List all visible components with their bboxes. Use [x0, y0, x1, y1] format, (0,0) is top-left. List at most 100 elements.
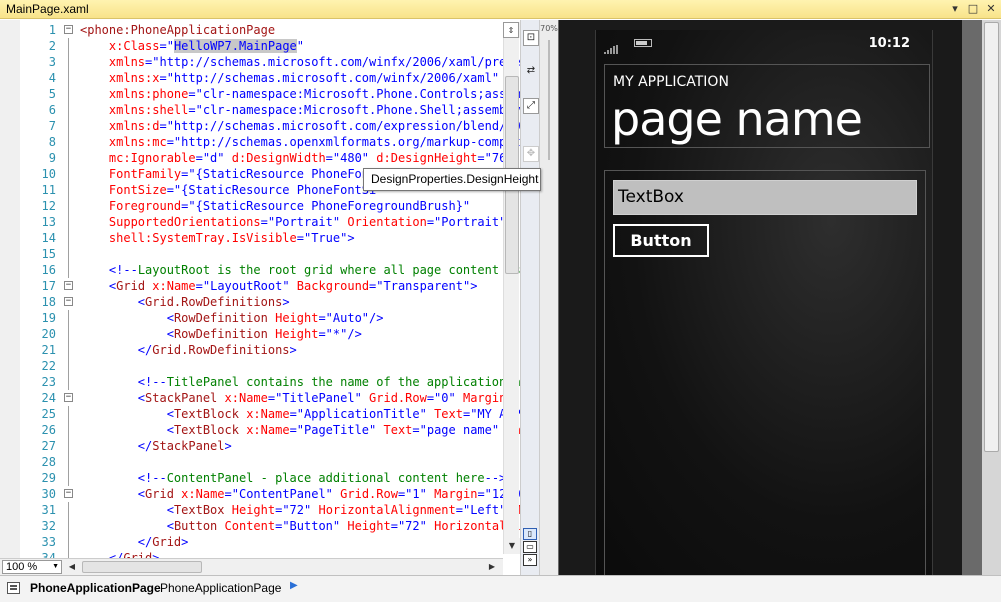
code-text[interactable]: <Button Content="Button" Height="72" Hor… — [80, 518, 520, 534]
designer-scroll-thumb[interactable] — [984, 22, 999, 452]
code-line[interactable]: 12 Foreground="{StaticResource PhoneFore… — [20, 198, 504, 214]
horizontal-split-icon[interactable]: ▭ — [523, 541, 537, 553]
swap-panes-icon[interactable]: ⇄ — [523, 64, 539, 80]
breadcrumb-item-selected[interactable]: PhoneApplicationPage — [30, 581, 161, 595]
code-line[interactable]: 14 shell:SystemTray.IsVisible="True"> — [20, 230, 504, 246]
code-text[interactable]: <!--ContentPanel - place additional cont… — [80, 470, 506, 486]
code-text[interactable]: xmlns:shell="clr-namespace:Microsoft.Pho… — [80, 102, 520, 118]
code-text[interactable]: mc:Ignorable="d" d:DesignWidth="480" d:D… — [80, 150, 520, 166]
editor-horizontal-scroll-thumb[interactable] — [82, 561, 202, 573]
code-text[interactable]: xmlns="http://schemas.microsoft.com/winf… — [80, 54, 520, 70]
code-text[interactable]: <RowDefinition Height="*"/> — [80, 326, 362, 342]
phone-screen[interactable]: 10:12 MY APPLICATION page name TextBox B… — [595, 30, 933, 575]
code-line[interactable]: 29 <!--ContentPanel - place additional c… — [20, 470, 506, 486]
collapse-region-icon[interactable]: − — [64, 489, 73, 498]
view-splitter[interactable]: ⊡ ⇄ ⤢ ✥ — [520, 20, 540, 575]
collapse-region-icon[interactable]: − — [64, 297, 73, 306]
code-text[interactable]: <!--LayoutRoot is the root grid where al… — [80, 262, 520, 278]
code-text[interactable]: </Grid.RowDefinitions> — [80, 342, 297, 358]
zoom-level-select[interactable]: 100 % ▼ — [2, 560, 62, 574]
code-line[interactable]: 20 <RowDefinition Height="*"/> — [20, 326, 504, 342]
code-line[interactable]: 28 — [20, 454, 504, 470]
code-line[interactable]: 6 xmlns:shell="clr-namespace:Microsoft.P… — [20, 102, 520, 118]
code-text[interactable]: FontFamily="{StaticResource PhoneFont — [80, 166, 376, 182]
code-line[interactable]: 15 — [20, 246, 504, 262]
design-surface[interactable]: 70% 10:12 MY APPLICATION page name TextB… — [540, 20, 1001, 575]
phone-textbox[interactable]: TextBox — [613, 180, 917, 215]
split-editor-icon[interactable]: ⇕ — [503, 22, 519, 38]
code-text[interactable]: SupportedOrientations="Portrait" Orienta… — [80, 214, 506, 230]
title-panel[interactable]: MY APPLICATION page name — [604, 64, 930, 148]
code-text[interactable]: </Grid> — [80, 534, 189, 550]
code-text[interactable]: <Grid x:Name="LayoutRoot" Background="Tr… — [80, 278, 478, 294]
document-outline-icon[interactable] — [7, 582, 20, 594]
breadcrumb-item[interactable]: PhoneApplicationPage — [160, 581, 281, 595]
code-line[interactable]: 3 xmlns="http://schemas.microsoft.com/wi… — [20, 54, 520, 70]
code-text[interactable]: x:Class="HelloWP7.MainPage" — [80, 38, 304, 54]
zoom-slider-track[interactable] — [548, 40, 550, 160]
expand-view-icon[interactable]: » — [523, 554, 537, 566]
code-text[interactable]: shell:SystemTray.IsVisible="True"> — [80, 230, 355, 246]
code-line[interactable]: 22 — [20, 358, 504, 374]
code-line[interactable]: 19 <RowDefinition Height="Auto"/> — [20, 310, 504, 326]
code-line[interactable]: 23 <!--TitlePanel contains the name of t… — [20, 374, 520, 390]
vertical-split-icon[interactable]: ▯ — [523, 528, 537, 540]
code-line[interactable]: 9 mc:Ignorable="d" d:DesignWidth="480" d… — [20, 150, 520, 166]
collapse-region-icon[interactable]: − — [64, 281, 73, 290]
editor-horizontal-scrollbar[interactable]: ◀ ▶ — [64, 560, 500, 574]
code-text[interactable]: <StackPanel x:Name="TitlePanel" Grid.Row… — [80, 390, 520, 406]
collapse-region-icon[interactable]: − — [64, 393, 73, 402]
code-line[interactable]: 30− <Grid x:Name="ContentPanel" Grid.Row… — [20, 486, 520, 502]
code-line[interactable]: 27 </StackPanel> — [20, 438, 504, 454]
code-line[interactable]: 16 <!--LayoutRoot is the root grid where… — [20, 262, 520, 278]
code-text[interactable]: xmlns:x="http://schemas.microsoft.com/wi… — [80, 70, 499, 86]
xaml-code-editor[interactable]: 1− <phone:PhoneApplicationPage 2 x:Class="… — [0, 20, 520, 558]
code-line[interactable]: 1− <phone:PhoneApplicationPage — [20, 22, 504, 38]
code-line[interactable]: 31 <TextBox Height="72" HorizontalAlignm… — [20, 502, 520, 518]
code-line[interactable]: 32 <Button Content="Button" Height="72" … — [20, 518, 520, 534]
code-line[interactable]: 5 xmlns:phone="clr-namespace:Microsoft.P… — [20, 86, 520, 102]
code-line[interactable]: 4 xmlns:x="http://schemas.microsoft.com/… — [20, 70, 504, 86]
code-text[interactable]: <Grid x:Name="ContentPanel" Grid.Row="1"… — [80, 486, 520, 502]
code-line[interactable]: 21 </Grid.RowDefinitions> — [20, 342, 504, 358]
editor-vertical-scrollbar[interactable]: ▲ ▼ — [503, 22, 520, 554]
designer-vertical-scrollbar[interactable] — [982, 20, 1001, 575]
collapse-region-icon[interactable]: − — [64, 25, 73, 34]
collapse-pane-icon[interactable]: ⊡ — [523, 30, 539, 46]
code-line[interactable]: 25 <TextBlock x:Name="ApplicationTitle" … — [20, 406, 520, 422]
code-line[interactable]: 26 <TextBlock x:Name="PageTitle" Text="p… — [20, 422, 520, 438]
page-title[interactable]: page name — [611, 89, 863, 149]
maximize-icon[interactable]: □ — [966, 2, 980, 16]
code-text[interactable]: <phone:PhoneApplicationPage — [80, 22, 275, 38]
code-line[interactable]: 8 xmlns:mc="http://schemas.openxmlformat… — [20, 134, 520, 150]
code-line[interactable]: 7 xmlns:d="http://schemas.microsoft.com/… — [20, 118, 520, 134]
code-line[interactable]: 33 </Grid> — [20, 534, 504, 550]
code-text[interactable]: xmlns:mc="http://schemas.openxmlformats.… — [80, 134, 520, 150]
code-text[interactable]: <TextBlock x:Name="ApplicationTitle" Tex… — [80, 406, 520, 422]
code-line[interactable]: 24− <StackPanel x:Name="TitlePanel" Grid… — [20, 390, 520, 406]
code-text[interactable]: FontSize="{StaticResource PhoneFontSi — [80, 182, 376, 198]
scroll-down-arrow-icon[interactable]: ▼ — [504, 538, 520, 554]
designer-zoom-slider[interactable]: 70% — [540, 20, 558, 575]
code-text[interactable]: Foreground="{StaticResource PhoneForegro… — [80, 198, 470, 214]
code-line[interactable]: 34 </Grid> — [20, 550, 504, 558]
breadcrumb-arrow-icon[interactable]: ▶ — [290, 580, 298, 591]
code-line[interactable]: 2 x:Class="HelloWP7.MainPage" — [20, 38, 504, 54]
code-text[interactable]: xmlns:d="http://schemas.microsoft.com/ex… — [80, 118, 520, 134]
code-text[interactable]: <TextBlock x:Name="PageTitle" Text="page… — [80, 422, 520, 438]
phone-button[interactable]: Button — [613, 224, 709, 257]
expand-pane-icon[interactable]: ⤢ — [523, 98, 539, 114]
code-line[interactable]: 17− <Grid x:Name="LayoutRoot" Background… — [20, 278, 504, 294]
scroll-left-arrow-icon[interactable]: ◀ — [64, 560, 80, 574]
application-title[interactable]: MY APPLICATION — [613, 74, 729, 90]
code-text[interactable]: <!--TitlePanel contains the name of the … — [80, 374, 520, 390]
close-icon[interactable]: ✕ — [984, 2, 998, 16]
code-text[interactable]: <Grid.RowDefinitions> — [80, 294, 290, 310]
scroll-right-arrow-icon[interactable]: ▶ — [484, 560, 500, 574]
code-text[interactable]: </Grid> — [80, 550, 160, 558]
code-line[interactable]: 18− <Grid.RowDefinitions> — [20, 294, 504, 310]
code-text[interactable]: </StackPanel> — [80, 438, 232, 454]
content-panel[interactable]: TextBox Button — [604, 170, 926, 575]
code-text[interactable]: xmlns:phone="clr-namespace:Microsoft.Pho… — [80, 86, 520, 102]
code-text[interactable]: <TextBox Height="72" HorizontalAlignment… — [80, 502, 520, 518]
